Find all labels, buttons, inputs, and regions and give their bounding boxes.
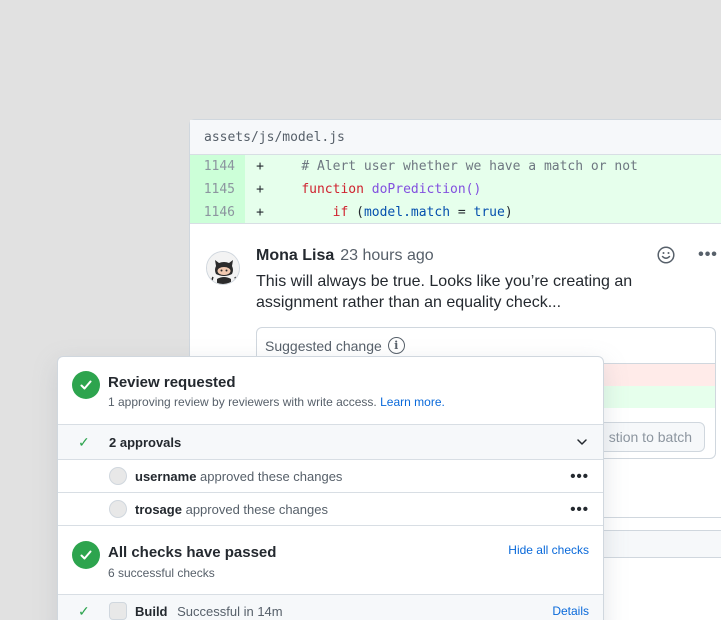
check-circle-icon <box>72 541 100 569</box>
reviewer-text: trosage approved these changes <box>135 502 328 517</box>
code-paren: ( <box>356 204 364 220</box>
review-requested-title: Review requested <box>108 374 236 391</box>
approvals-label: 2 approvals <box>109 434 182 450</box>
details-link[interactable]: Details <box>552 604 589 618</box>
reviewer-action: approved these changes <box>185 501 328 517</box>
file-path-header: assets/js/model.js <box>190 120 721 155</box>
avatar[interactable] <box>109 500 127 518</box>
info-icon[interactable]: i <box>387 337 405 354</box>
reviewer-more-button[interactable]: ••• <box>570 501 589 518</box>
code-text: function doPrediction() <box>270 182 481 197</box>
reviewer-row: trosage approved these changes ••• <box>58 493 603 526</box>
check-icon: ✓ <box>78 433 90 450</box>
add-suggestion-to-batch-button[interactable]: stion to batch <box>595 422 705 452</box>
approvals-toggle[interactable]: ✓ 2 approvals <box>58 424 603 460</box>
diff-sign: + <box>256 159 264 174</box>
line-number[interactable]: 1146 <box>190 201 245 223</box>
check-status: Successful in 14m <box>177 603 283 619</box>
reviewer-name[interactable]: trosage <box>135 502 182 517</box>
hide-all-checks-link[interactable]: Hide all checks <box>508 543 589 557</box>
add-reaction-button[interactable] <box>654 243 678 267</box>
diff-sign: + <box>256 204 264 220</box>
review-requested-section: Review requested 1 approving review by r… <box>58 357 603 424</box>
smiley-icon <box>657 246 675 264</box>
diff-line: 1145 + function doPrediction() <box>190 178 721 201</box>
learn-more-link[interactable]: Learn more. <box>380 395 445 409</box>
comment-more-button[interactable]: ••• <box>696 243 720 267</box>
check-row-build: ✓ Build Successful in 14m Details <box>58 595 603 620</box>
comment-author[interactable]: Mona Lisa <box>256 247 334 265</box>
reviewer-action: approved these changes <box>200 468 343 484</box>
reviewer-text: username approved these changes <box>135 469 342 484</box>
file-path: assets/js/model.js <box>204 129 345 145</box>
octocat-avatar-icon <box>207 252 239 284</box>
check-circle-icon <box>72 371 100 399</box>
review-subtitle-text: 1 approving review by reviewers with wri… <box>108 395 377 409</box>
comment-body: This will always be true. Looks like you… <box>256 273 633 311</box>
reviewer-name[interactable]: username <box>135 469 196 484</box>
comment-timestamp[interactable]: 23 hours ago <box>340 247 433 265</box>
chevron-down-icon[interactable] <box>575 435 589 449</box>
line-number[interactable]: 1145 <box>190 178 245 201</box>
diff-line: 1144 + # Alert user whether we have a ma… <box>190 155 721 178</box>
code-keyword: function <box>301 182 364 197</box>
diff-sign: + <box>256 182 264 197</box>
checkmark-icon <box>80 380 92 390</box>
code-function: doPrediction() <box>371 182 482 197</box>
code-variable: model.match <box>363 204 451 220</box>
code-operator: = <box>450 204 474 220</box>
diff-line: 1146 + if (model.match = true) <box>190 201 721 224</box>
checks-title: All checks have passed <box>108 544 277 561</box>
check-icon: ✓ <box>78 602 90 619</box>
reviewer-row: username approved these changes ••• <box>58 460 603 493</box>
app-icon <box>109 602 127 620</box>
checkmark-icon <box>80 550 92 560</box>
code-comment: # Alert user whether we have a match or … <box>301 159 638 174</box>
comment-header: Mona Lisa 23 hours ago <box>256 247 434 265</box>
checks-subtitle: 6 successful checks <box>108 566 215 580</box>
check-name: Build <box>135 603 168 619</box>
suggested-change-label: Suggested change <box>265 337 382 354</box>
code-paren: ) <box>504 204 513 220</box>
review-requested-subtitle: 1 approving review by reviewers with wri… <box>108 395 445 409</box>
reviewer-more-button[interactable]: ••• <box>570 468 589 485</box>
code-value: true <box>473 204 505 220</box>
code-text: if (model.match = true) <box>270 205 513 220</box>
check-text: Build Successful in 14m <box>135 604 283 619</box>
code-keyword: if <box>332 204 349 220</box>
avatar[interactable] <box>109 467 127 485</box>
avatar[interactable] <box>206 251 240 285</box>
line-number[interactable]: 1144 <box>190 155 245 178</box>
code-text: # Alert user whether we have a match or … <box>270 159 638 174</box>
merge-status-card: Review requested 1 approving review by r… <box>57 356 604 620</box>
